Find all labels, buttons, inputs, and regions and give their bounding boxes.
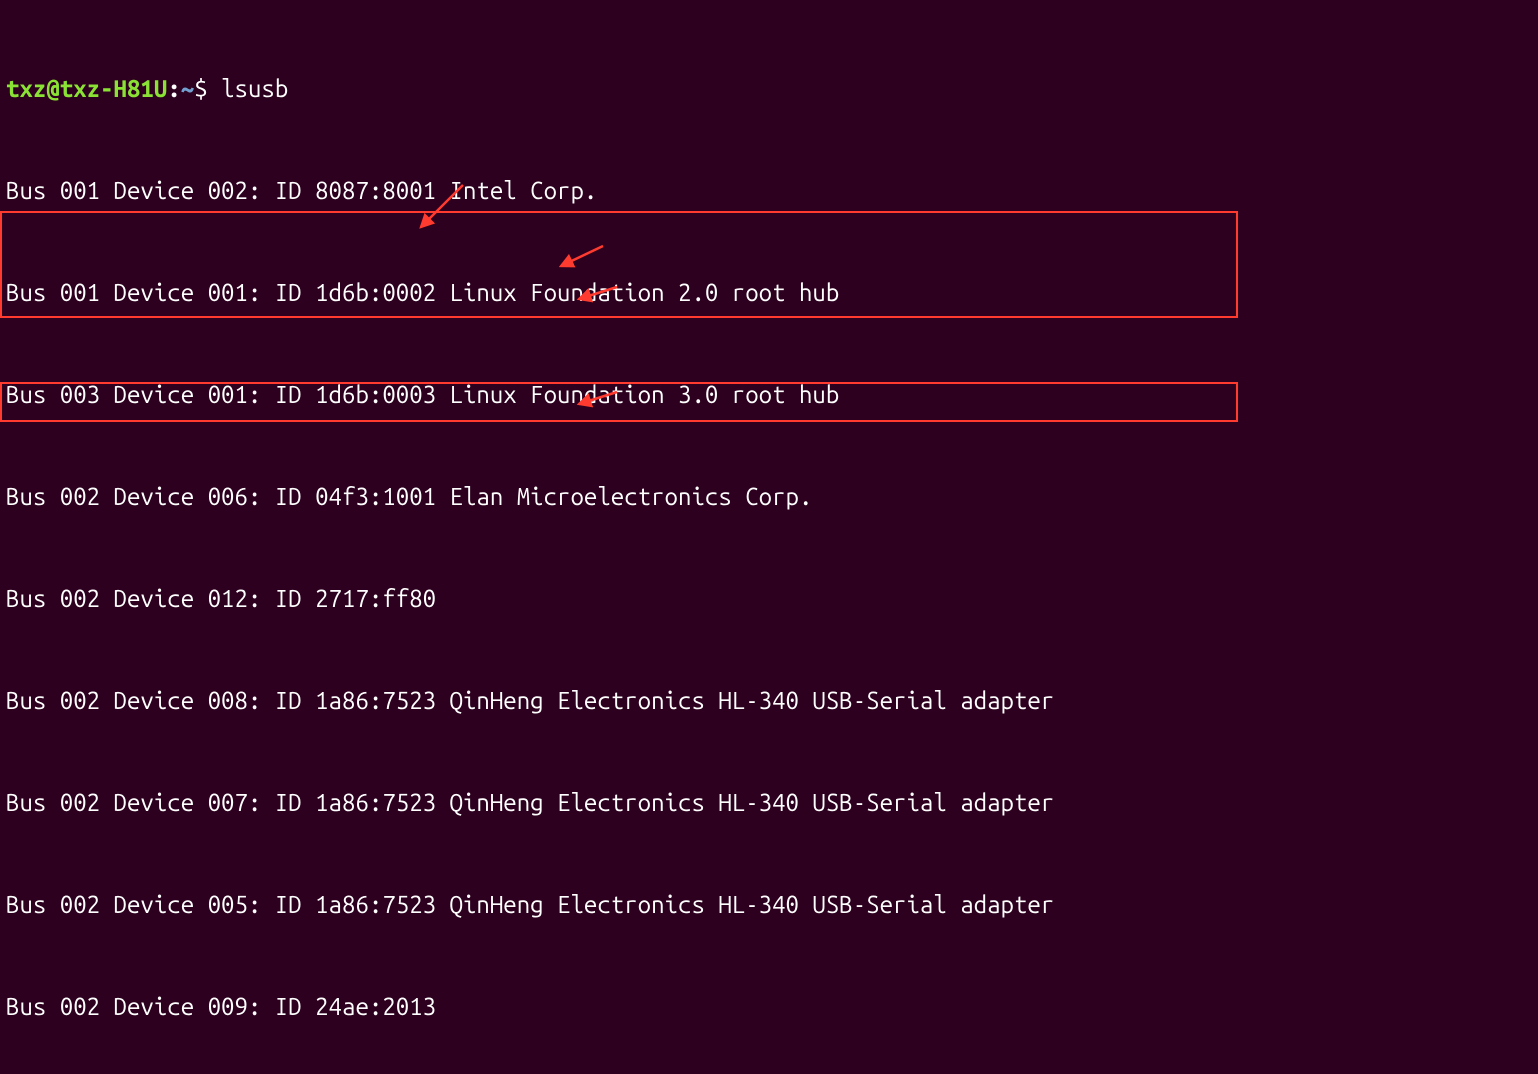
output-line: Bus 002 Device 006: ID 04f3:1001 Elan Mi…	[6, 480, 1532, 514]
prompt-line: txz@txz-H81U:~$ lsusb	[6, 72, 1532, 106]
prompt-host: txz-H81U	[60, 75, 168, 102]
output-line: Bus 002 Device 005: ID 1a86:7523 QinHeng…	[6, 888, 1532, 922]
prompt-user: txz	[6, 75, 46, 102]
output-line: Bus 001 Device 002: ID 8087:8001 Intel C…	[6, 174, 1532, 208]
prompt-path: ~	[181, 75, 194, 102]
prompt-dollar: $	[194, 75, 221, 102]
command-text: lsusb	[221, 75, 288, 102]
output-line: Bus 002 Device 012: ID 2717:ff80	[6, 582, 1532, 616]
output-line: Bus 002 Device 007: ID 1a86:7523 QinHeng…	[6, 786, 1532, 820]
prompt-colon: :	[167, 75, 180, 102]
output-line: Bus 003 Device 001: ID 1d6b:0003 Linux F…	[6, 378, 1532, 412]
output-line: Bus 001 Device 001: ID 1d6b:0002 Linux F…	[6, 276, 1532, 310]
output-line: Bus 002 Device 008: ID 1a86:7523 QinHeng…	[6, 684, 1532, 718]
prompt-at: @	[46, 75, 59, 102]
terminal-window[interactable]: txz@txz-H81U:~$ lsusb Bus 001 Device 002…	[0, 0, 1538, 1074]
output-line: Bus 002 Device 009: ID 24ae:2013	[6, 990, 1532, 1024]
